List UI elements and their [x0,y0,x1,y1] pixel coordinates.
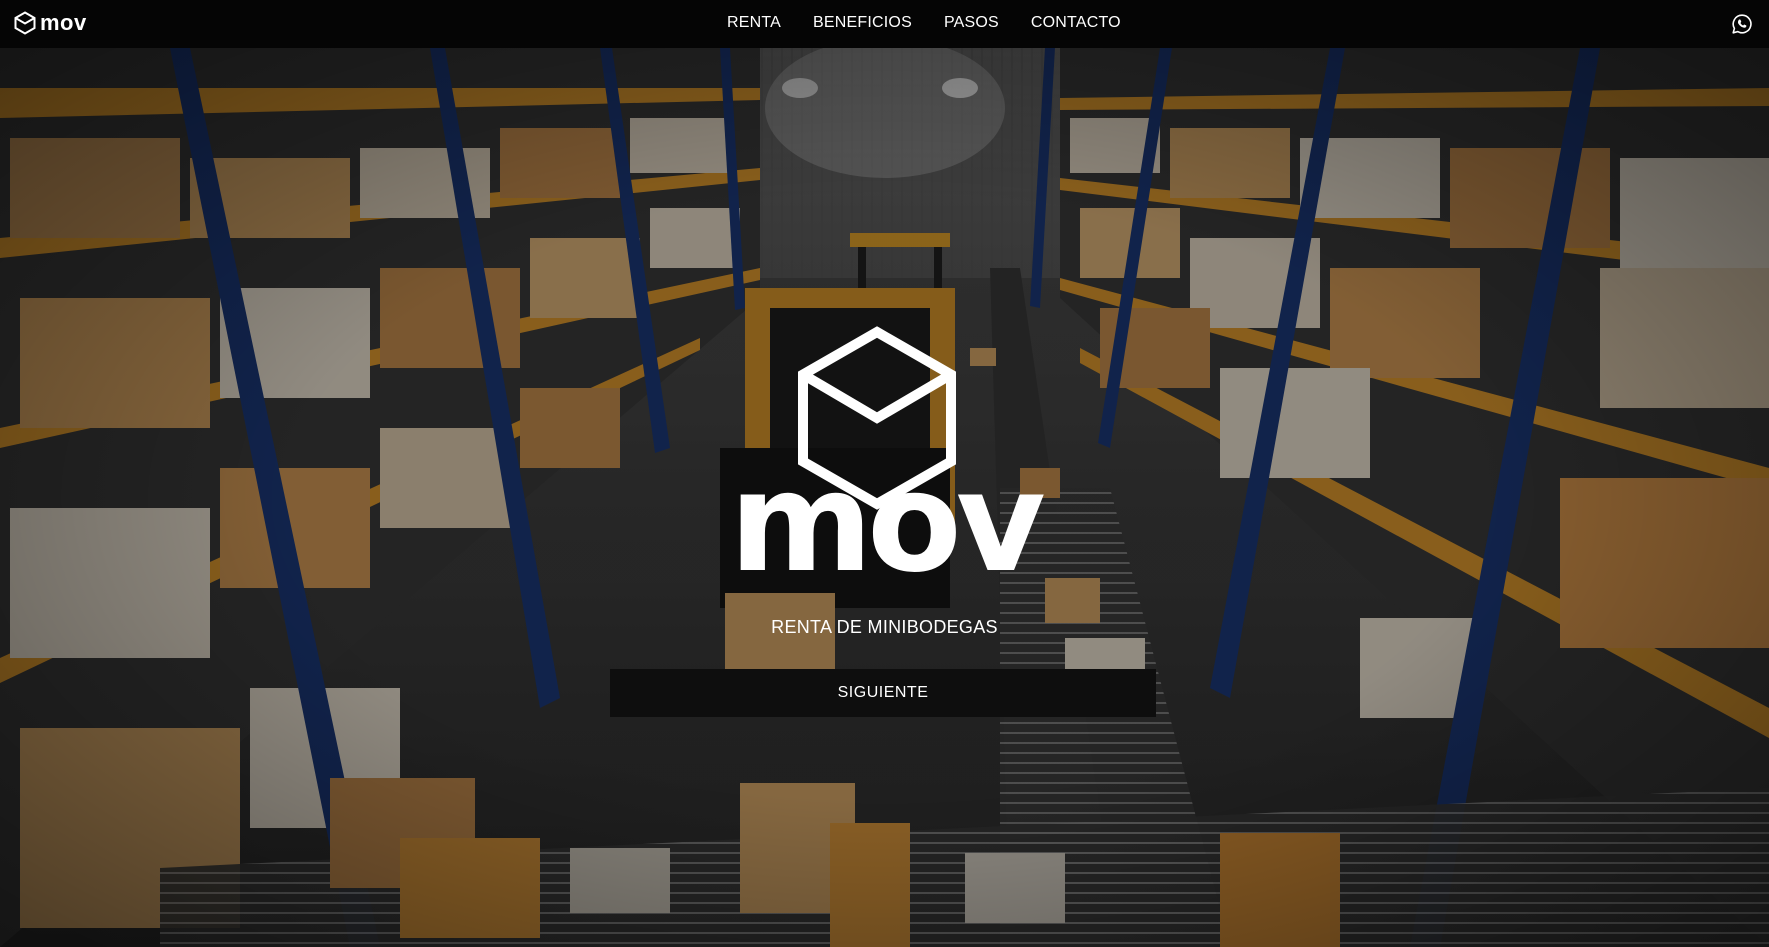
landing-page: mov RENTA BENEFICIOS PASOS CONTACTO mov … [0,0,1769,947]
next-button[interactable]: SIGUIENTE [610,669,1156,717]
nav-link-beneficios[interactable]: BENEFICIOS [813,14,912,32]
nav-link-pasos[interactable]: PASOS [944,14,999,32]
cube-icon [14,11,36,35]
nav-link-contacto[interactable]: CONTACTO [1031,14,1121,32]
brand-logo-link[interactable]: mov [14,11,87,35]
hero-tagline: RENTA DE MINIBODEGAS [771,617,998,637]
main-nav: RENTA BENEFICIOS PASOS CONTACTO [727,14,1121,32]
hero-title: mov [729,442,1046,603]
nav-link-renta[interactable]: RENTA [727,14,781,32]
whatsapp-icon[interactable] [1731,13,1753,35]
top-navigation-bar: mov RENTA BENEFICIOS PASOS CONTACTO [0,0,1769,48]
brand-name: mov [40,10,87,35]
